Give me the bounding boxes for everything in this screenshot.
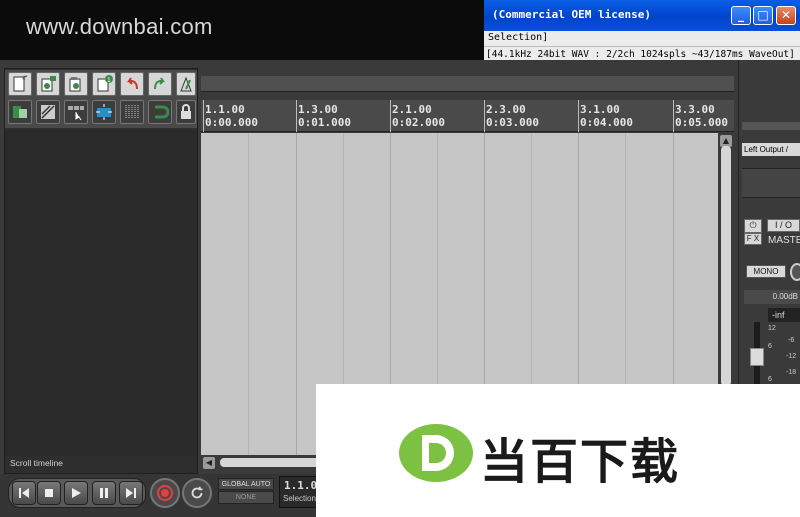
main-toolbar: * 1 [5,70,197,128]
pan-knob[interactable] [790,263,800,281]
watermark-url: www.downbai.com [26,14,213,39]
meter-scale-label: -6 [788,337,795,344]
ripple-edit-icon[interactable] [36,100,60,124]
volume-readout: 0.00dB [744,290,800,304]
audio-status-text: [44.1kHz 24bit WAV : 2/2ch 1024spls ~43/… [486,49,795,60]
scroll-left-icon[interactable]: ◀ [203,457,215,469]
region-lane[interactable] [201,76,734,92]
global-automation-mode[interactable]: NONE [218,491,274,504]
ruler-time-label: 0:05.000 [675,116,728,129]
mixer-strip-header [742,168,800,198]
volume-fader[interactable] [750,348,764,366]
menu-bar[interactable]: Selection] [484,31,800,47]
svg-text:*: * [22,76,26,84]
menu-text: Selection] [488,32,549,43]
ruler-tick [484,100,485,132]
play-icon[interactable] [64,481,88,505]
meter-scale-label: 12 [768,325,776,332]
vertical-scroll-thumb[interactable] [721,146,731,386]
ruler-tick [296,100,297,132]
watermark-brand-text: 当百下载 [480,434,681,490]
meter-scale-label: 6 [768,376,772,383]
ruler-bar-label: 2.1.00 [392,103,432,116]
ruler-time-label: 0:00.000 [205,116,258,129]
minimize-button[interactable]: _ [731,6,751,25]
redo-icon[interactable] [148,72,172,96]
app-window: (Commercial OEM license) _ □ ✕ Selection… [0,0,800,517]
pause-icon[interactable] [92,481,116,505]
grid-icon[interactable] [64,100,88,124]
watermark-banner-top: www.downbai.com [0,0,484,60]
go-to-end-icon[interactable] [119,481,143,505]
ruler-time-label: 0:04.000 [580,116,633,129]
open-project-icon[interactable] [36,72,60,96]
ruler-time-label: 0:03.000 [486,116,539,129]
project-settings-icon[interactable]: 1 [92,72,116,96]
ruler-bar-label: 3.3.00 [675,103,715,116]
scroll-timeline-label: Scroll timeline [10,458,63,468]
mono-button[interactable]: MONO [746,265,786,278]
metronome-icon[interactable] [176,72,196,96]
grid-lines-icon[interactable] [120,100,144,124]
maximize-button[interactable]: □ [753,6,773,25]
master-power-icon[interactable]: ⏻ [744,219,762,233]
new-project-icon[interactable]: * [8,72,32,96]
record-icon[interactable] [150,478,180,508]
master-label: MASTER [768,235,800,246]
ruler-time-label: 0:01.000 [298,116,351,129]
track-list[interactable] [5,130,197,456]
ruler-time-label: 0:02.000 [392,116,445,129]
snap-icon[interactable] [8,100,32,124]
go-to-start-icon[interactable] [12,481,36,505]
save-project-icon[interactable] [64,72,88,96]
global-automation-label: GLOBAL AUTO [218,478,274,490]
selection-label: Selection [283,494,316,503]
fx-button[interactable]: F X [744,233,762,245]
meter-scale-label: 6 [768,343,772,350]
io-button[interactable]: I / O [767,219,800,232]
timeline-ruler[interactable]: 1.1.00 0:00.000 1.3.00 0:01.000 2.1.00 0… [201,100,734,132]
meter-scale-label: -18 [786,369,797,376]
grid-line [296,133,297,455]
ruler-bar-label: 1.1.00 [205,103,245,116]
meter-scale-label: -12 [786,353,797,360]
ruler-bar-label: 3.1.00 [580,103,620,116]
ruler-bar-label: 2.3.00 [486,103,526,116]
ruler-tick [203,100,204,132]
grid-line [248,133,249,455]
output-selector[interactable]: Left Output / [742,143,800,156]
svg-text:1: 1 [107,77,111,84]
mixer-divider [742,122,800,130]
ruler-tick [673,100,674,132]
loop-icon[interactable] [148,100,172,124]
undo-icon[interactable] [120,72,144,96]
ruler-tick [578,100,579,132]
window-title: (Commercial OEM license) [492,8,651,21]
repeat-icon[interactable] [182,478,212,508]
envelope-icon[interactable] [92,100,116,124]
ruler-tick [390,100,391,132]
close-button[interactable]: ✕ [776,6,796,25]
peak-meter-readout: -inf [768,308,800,322]
stop-icon[interactable] [37,481,61,505]
watermark-logo-icon [398,423,474,483]
lock-icon[interactable] [176,100,196,124]
ruler-bar-label: 1.3.00 [298,103,338,116]
